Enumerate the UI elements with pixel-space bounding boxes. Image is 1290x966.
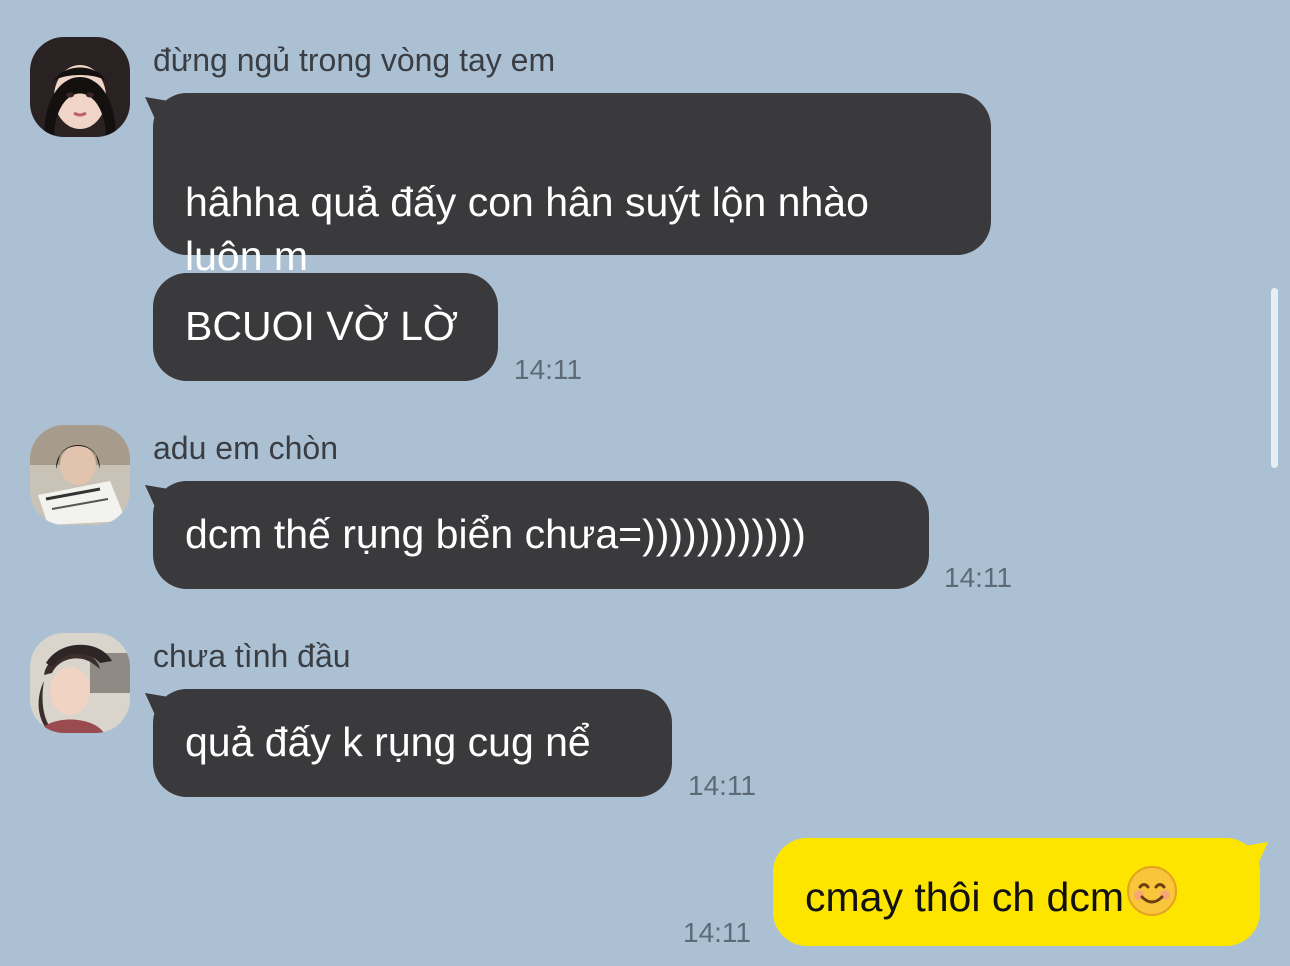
message-text: hâhha quả đấy con hân suýt lộn nhào luôn…	[185, 179, 869, 279]
sender-name: đừng ngủ trong vòng tay em	[153, 42, 556, 78]
avatar-sender-2[interactable]	[30, 425, 130, 525]
message-timestamp: 14:11	[688, 770, 756, 801]
message-timestamp: 14:11	[944, 562, 1012, 593]
sender-name: chưa tình đầu	[153, 638, 351, 674]
smiling-face-emoji-icon	[1127, 866, 1177, 916]
message-bubble[interactable]: quả đấy k rụng cug nể	[153, 689, 672, 797]
message-text: cmay thôi ch dcm	[805, 874, 1124, 920]
message-bubble[interactable]: hâhha quả đấy con hân suýt lộn nhào luôn…	[153, 93, 991, 279]
avatar-sender-1[interactable]	[30, 37, 130, 137]
avatar-photo-icon	[30, 633, 130, 733]
message-text: dcm thế rụng biển chưa=))))))))))))	[185, 511, 806, 557]
message-timestamp: 14:11	[683, 917, 751, 948]
avatar-photo-icon	[30, 37, 130, 137]
message-text: quả đấy k rụng cug nể	[185, 719, 591, 765]
message-bubble[interactable]: BCUOI VỜ LỜ	[153, 273, 498, 381]
message-text: BCUOI VỜ LỜ	[185, 303, 459, 349]
avatar-photo-icon	[30, 425, 130, 525]
my-message-bubble[interactable]: cmay thôi ch dcm	[773, 838, 1260, 946]
message-bubble[interactable]: dcm thế rụng biển chưa=))))))))))))	[153, 481, 929, 589]
sender-name: adu em chòn	[153, 430, 339, 466]
message-timestamp: 14:11	[514, 354, 582, 385]
scrollbar[interactable]	[1271, 288, 1278, 468]
avatar-sender-3[interactable]	[30, 633, 130, 733]
